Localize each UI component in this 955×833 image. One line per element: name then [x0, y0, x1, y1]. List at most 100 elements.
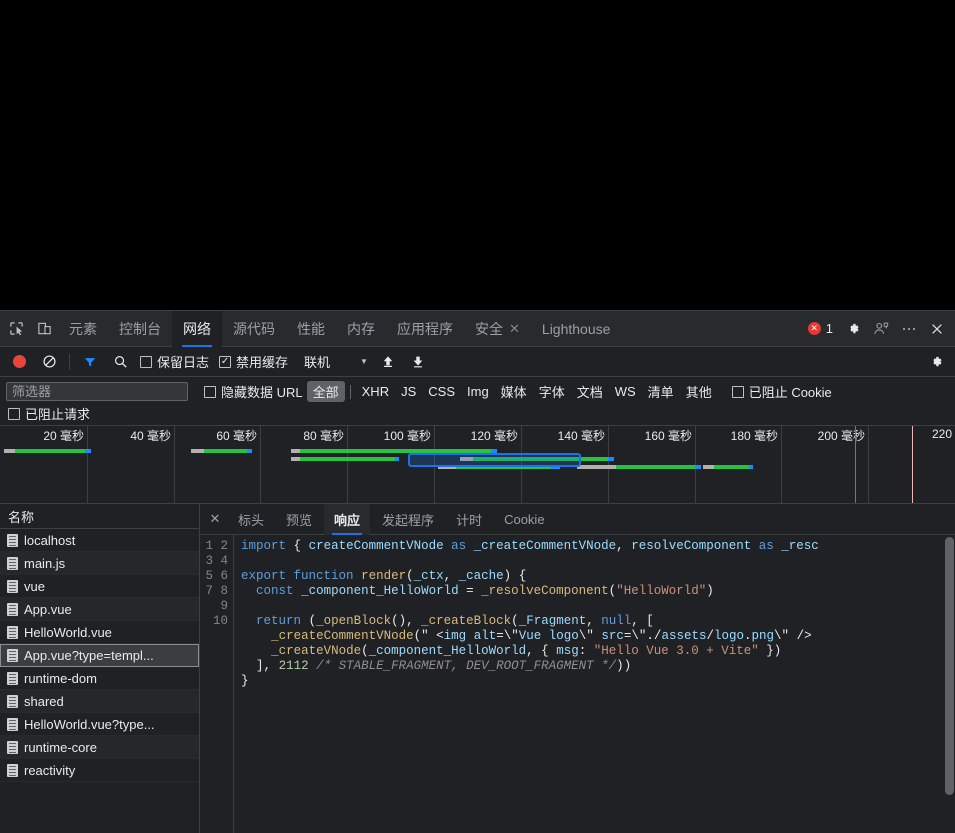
overview-gridlines: 20 毫秒 40 毫秒 60 毫秒 80 毫秒 100 毫秒 120 毫秒 140 毫秒 16…	[0, 426, 955, 503]
request-list-header[interactable]: 名称	[0, 504, 199, 529]
request-row[interactable]: HelloWorld.vue	[0, 621, 199, 644]
request-rows-container: localhost main.js vue App.vue HelloWorld.vue…	[0, 529, 199, 833]
request-name-label: shared	[24, 693, 64, 709]
tab-sources[interactable]: 源代码	[222, 311, 286, 347]
inspect-element-icon[interactable]	[2, 315, 30, 343]
tab-console[interactable]: 控制台	[108, 311, 172, 347]
filter-type-ws[interactable]: WS	[609, 383, 642, 400]
tab-security[interactable]: 安全 ✕	[464, 311, 531, 347]
device-toolbar-icon[interactable]	[30, 315, 58, 343]
detail-tab-response[interactable]: 响应	[324, 503, 371, 535]
request-row[interactable]: shared	[0, 690, 199, 713]
request-list-panel: 名称 localhost main.js vue App.vue HelloWorld.…	[0, 504, 200, 833]
search-icon[interactable]	[106, 348, 134, 376]
scrollbar-thumb[interactable]	[945, 537, 954, 795]
detail-tabbar: ✕ 标头 预览 响应 发起程序 计时 Cookie	[200, 503, 955, 535]
overview-tick-label: 220	[931, 427, 952, 441]
tab-network-label: 网络	[183, 320, 211, 337]
filter-type-css[interactable]: CSS	[422, 383, 461, 400]
overview-tick-label: 40 毫秒	[130, 429, 171, 443]
devtools-main-tabbar: 元素 控制台 网络 源代码 性能 内存 应用程序 安全 ✕ Lighthouse…	[0, 310, 955, 347]
request-row[interactable]: vue	[0, 575, 199, 598]
overview-selection-box[interactable]	[408, 453, 582, 467]
user-account-icon[interactable]	[867, 315, 895, 343]
overview-tick-label: 120 毫秒	[470, 429, 518, 443]
tab-network[interactable]: 网络	[172, 310, 222, 347]
detail-tab-timing[interactable]: 计时	[446, 504, 492, 535]
tab-memory[interactable]: 内存	[336, 311, 386, 347]
hide-data-urls-label: 隐藏数据 URL	[221, 385, 303, 400]
tab-performance[interactable]: 性能	[286, 311, 336, 347]
tab-elements[interactable]: 元素	[58, 311, 108, 347]
record-button-icon[interactable]	[5, 348, 33, 376]
file-icon	[7, 625, 18, 639]
filter-type-img[interactable]: Img	[461, 383, 495, 400]
request-row[interactable]: App.vue?type=templ...	[0, 644, 199, 667]
filter-type-other[interactable]: 其他	[680, 381, 718, 402]
tab-lighthouse-label: Lighthouse	[541, 320, 611, 337]
filter-type-doc[interactable]: 文档	[571, 381, 609, 402]
file-icon	[7, 602, 18, 616]
overview-tick-label: 60 毫秒	[216, 429, 257, 443]
overview-bar-segment	[15, 449, 85, 453]
overview-gridline	[781, 426, 782, 503]
filter-icon[interactable]	[76, 348, 104, 376]
overview-gridline	[87, 426, 88, 503]
filter-type-js[interactable]: JS	[395, 383, 422, 400]
tab-sources-label: 源代码	[233, 320, 275, 337]
request-row[interactable]: reactivity	[0, 759, 199, 782]
detail-tab-preview[interactable]: 预览	[276, 504, 322, 535]
tab-application[interactable]: 应用程序	[386, 311, 464, 347]
filter-input[interactable]	[6, 382, 188, 401]
close-panel-icon[interactable]: ✕	[204, 511, 226, 527]
response-code-view[interactable]: 1 2 3 4 5 6 7 8 9 10 import { createComm…	[200, 535, 955, 833]
request-row[interactable]: localhost	[0, 529, 199, 552]
error-count-badge[interactable]: ✕ 1	[807, 321, 833, 336]
overview-tick-label: 180 毫秒	[730, 429, 778, 443]
network-overview-timeline[interactable]: 20 毫秒 40 毫秒 60 毫秒 80 毫秒 100 毫秒 120 毫秒 140 毫秒 16…	[0, 426, 955, 504]
disable-cache-checkbox[interactable]: ✓ 禁用缓存	[215, 352, 292, 371]
error-icon: ✕	[807, 322, 821, 335]
request-detail-panel: ✕ 标头 预览 响应 发起程序 计时 Cookie 1 2 3 4 5 6 7 …	[200, 503, 955, 833]
tab-security-close-icon[interactable]: ✕	[509, 321, 520, 337]
export-har-icon[interactable]	[404, 348, 432, 376]
filter-type-manifest[interactable]: 清单	[642, 381, 680, 402]
filter-type-all[interactable]: 全部	[306, 381, 345, 402]
detail-tab-cookies[interactable]: Cookie	[494, 504, 554, 535]
overview-tick-label: 140 毫秒	[557, 429, 605, 443]
filter-type-media[interactable]: 媒体	[495, 381, 533, 402]
detail-tab-initiator[interactable]: 发起程序	[372, 504, 444, 535]
tab-elements-label: 元素	[69, 320, 97, 337]
blocked-cookies-checkbox[interactable]: 已阻止 Cookie	[728, 382, 836, 401]
code-vertical-scrollbar[interactable]	[944, 535, 955, 833]
tab-lighthouse[interactable]: Lighthouse	[531, 311, 622, 347]
request-row[interactable]: runtime-dom	[0, 667, 199, 690]
file-icon	[7, 648, 18, 662]
request-row[interactable]: runtime-core	[0, 736, 199, 759]
hide-data-urls-checkbox[interactable]: 隐藏数据 URL	[200, 382, 307, 401]
clear-network-log-icon[interactable]	[35, 348, 63, 376]
request-name-label: reactivity	[24, 762, 76, 778]
preserve-log-checkbox[interactable]: 保留日志	[136, 352, 213, 371]
filter-type-font[interactable]: 字体	[533, 381, 571, 402]
overview-tick-label: 80 毫秒	[303, 429, 344, 443]
request-row[interactable]: main.js	[0, 552, 199, 575]
hide-data-urls-box	[204, 385, 216, 398]
disable-cache-box: ✓	[219, 355, 232, 368]
detail-tab-headers[interactable]: 标头	[228, 504, 274, 535]
throttling-select[interactable]: 联机 ▼	[300, 352, 372, 371]
overview-bar-segment	[607, 457, 615, 461]
blocked-requests-checkbox[interactable]: 已阻止请求	[6, 404, 94, 423]
overview-bar-segment	[191, 449, 205, 453]
network-settings-gear-icon[interactable]	[922, 348, 950, 376]
request-row[interactable]: HelloWorld.vue?type...	[0, 713, 199, 736]
close-icon[interactable]	[923, 315, 951, 343]
more-options-icon[interactable]	[895, 315, 923, 343]
gear-icon[interactable]	[839, 315, 867, 343]
import-har-icon[interactable]	[374, 348, 402, 376]
request-row[interactable]: App.vue	[0, 598, 199, 621]
overview-bar-segment	[247, 449, 252, 453]
screenshot-root: 元素 控制台 网络 源代码 性能 内存 应用程序 安全 ✕ Lighthouse…	[0, 0, 955, 833]
record-dot	[12, 355, 26, 368]
filter-type-xhr[interactable]: XHR	[356, 383, 395, 400]
